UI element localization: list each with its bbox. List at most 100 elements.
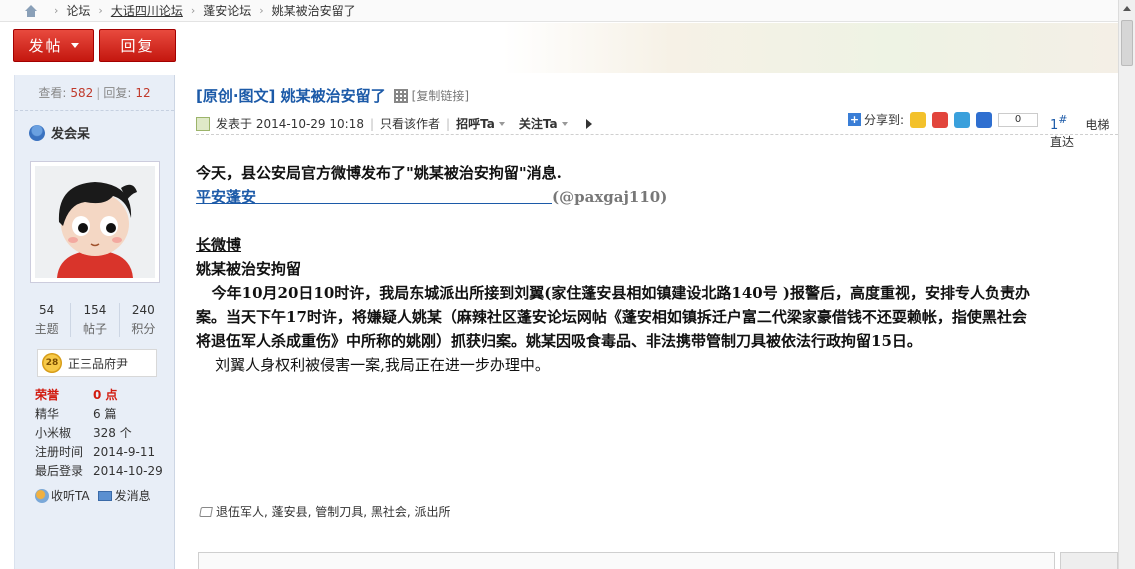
info-row-pepper: 小米椒 328 个 <box>35 423 175 442</box>
content-line: 姚某被治安拘留 <box>196 260 302 278</box>
qrcode-icon[interactable] <box>393 88 408 103</box>
weibo-share-icon[interactable] <box>932 111 949 128</box>
play-arrow-icon[interactable] <box>585 118 592 129</box>
info-key: 精华 <box>35 407 60 421</box>
quick-reply-input[interactable] <box>198 552 1055 569</box>
stat-label: 帖子 <box>82 322 107 336</box>
post-main: [原创·图文] 姚某被治安留了 [复制链接] 发表于 2014-10-29 10… <box>176 75 1118 569</box>
post-icon <box>196 116 210 131</box>
content-line: 将退伍军人杀成重伤》中所称的姚刚）抓获归案。姚某因吸食毒品、非法携带管制刀具被依… <box>196 332 922 350</box>
info-row-registered: 注册时间 2014-9-11 <box>35 442 175 461</box>
breadcrumb-forum[interactable]: 论坛 <box>66 2 90 19</box>
share-bar: + 分享到: 0 <box>848 111 1039 128</box>
avatar[interactable] <box>30 161 160 283</box>
tencent-weibo-share-icon[interactable] <box>954 111 971 128</box>
qzone-share-icon[interactable] <box>910 111 927 128</box>
greet-author-button[interactable]: 招呼Ta <box>456 115 495 132</box>
post-date: 发表于 2014-10-29 10:18 <box>216 117 364 131</box>
renren-share-icon[interactable] <box>976 111 993 128</box>
stat-label: 主题 <box>34 322 59 336</box>
info-row-digest: 精华 6 篇 <box>35 404 175 423</box>
content-line: 刘翼人身权利被侵害一案,我局正在进一步办理中。 <box>196 356 550 374</box>
info-value: 328 个 <box>93 426 132 440</box>
follow-icon <box>35 488 49 503</box>
info-value: 2014-10-29 <box>93 463 163 478</box>
follow-author-button[interactable]: 关注Ta <box>519 115 558 132</box>
view-reply-counts: 查看: 582 | 回复: 12 <box>15 75 174 111</box>
floor-hash: # <box>1058 113 1068 126</box>
rank-title: 正三品府尹 <box>68 356 129 371</box>
stat-value: 240 <box>131 303 155 317</box>
follow-author-label: 收听TA <box>51 489 90 503</box>
share-label: 分享到: <box>864 113 905 127</box>
info-value: 2014-9-11 <box>93 444 156 459</box>
breadcrumb-current-thread[interactable]: 姚某被治安留了 <box>272 2 356 19</box>
info-key: 荣誉 <box>35 388 60 402</box>
thread-title-row: [原创·图文] 姚某被治安留了 [复制链接] <box>196 85 469 106</box>
content-line: 长微博 <box>196 236 242 254</box>
replies-label: 回复: <box>103 86 132 100</box>
quick-reply-button[interactable] <box>1060 552 1118 569</box>
chevron-down-icon[interactable] <box>498 121 505 126</box>
rank-badge: 28 正三品府尹 <box>37 349 157 377</box>
floor-indicator: 1# 电梯直达 <box>1050 113 1118 150</box>
divider: | <box>96 85 101 100</box>
source-link[interactable]: 平安蓬安 <box>196 188 256 206</box>
post-button-label: 发帖 <box>28 37 63 55</box>
envelope-icon <box>97 490 112 501</box>
stat-value: 54 <box>39 303 55 317</box>
only-author-link[interactable]: 只看该作者 <box>380 115 440 132</box>
content-line: 今年10月20日10时许，我局东城派出所接到刘翼(家住蓬安县相如镇建设北路140… <box>196 284 1031 302</box>
reply-button[interactable]: 回复 <box>99 29 176 62</box>
info-key: 最后登录 <box>35 464 84 478</box>
share-count: 0 <box>998 112 1039 127</box>
divider: | <box>446 116 451 131</box>
tag-list[interactable]: 退伍军人, 蓬安县, 管制刀具, 黑社会, 派出所 <box>216 503 451 520</box>
info-value: 6 篇 <box>93 407 117 421</box>
breadcrumb: › 论坛 › 大话四川论坛 › 蓬安论坛 › 姚某被治安留了 <box>0 0 1118 22</box>
breadcrumb-separator: › <box>190 4 196 17</box>
info-value: 0 点 <box>93 388 118 402</box>
breadcrumb-separator: › <box>54 4 59 17</box>
stat-threads[interactable]: 54 主题 <box>23 303 72 337</box>
stat-points[interactable]: 240 积分 <box>120 303 167 337</box>
share-plus-icon[interactable]: + <box>848 113 861 126</box>
content-line-source: 平安蓬安 (@paxgaj110) <box>196 185 1118 209</box>
breadcrumb-separator: › <box>98 4 103 17</box>
chevron-down-icon[interactable] <box>561 121 568 126</box>
info-key: 小米椒 <box>35 426 72 440</box>
breadcrumb-sichuan-forum[interactable]: 大话四川论坛 <box>111 2 183 19</box>
author-stats: 54 主题 154 帖子 240 积分 <box>23 303 167 337</box>
reply-button-label: 回复 <box>120 37 155 55</box>
content-line: 今天，县公安局官方微博发布了"姚某被治安拘留"消息. <box>196 164 562 182</box>
author-name[interactable]: 发会呆 <box>51 123 90 142</box>
source-handle: (@paxgaj110) <box>552 188 668 206</box>
content-line: 案。当天下午17时许，将嫌疑人姚某（麻辣社区蓬安论坛网帖《蓬安相如镇拆迁户富二代… <box>196 308 1027 326</box>
info-key: 注册时间 <box>35 445 84 459</box>
send-message-link[interactable]: 发消息 <box>97 487 151 504</box>
tag-icon <box>199 506 213 517</box>
post-button[interactable]: 发帖 <box>13 29 94 62</box>
post-content: 今天，县公安局官方微博发布了"姚某被治安拘留"消息. 平安蓬安 (@paxgaj1… <box>196 161 1118 377</box>
author-sidebar: 查看: 582 | 回复: 12 发会呆 54 主题 154 帖子 240 积分… <box>14 75 175 569</box>
vertical-scrollbar[interactable] <box>1118 0 1135 569</box>
views-label: 查看: <box>38 86 67 100</box>
copy-link-button[interactable]: [复制链接] <box>412 87 469 104</box>
stat-value: 154 <box>83 303 107 317</box>
divider: | <box>369 116 374 131</box>
breadcrumb-separator: › <box>259 4 264 17</box>
user-online-icon <box>29 124 45 141</box>
thread-title[interactable]: [原创·图文] 姚某被治安留了 <box>196 85 386 106</box>
info-row-honor: 荣誉 0 点 <box>35 385 175 404</box>
source-link-underline[interactable] <box>256 188 553 204</box>
home-icon[interactable] <box>24 4 38 17</box>
scrollbar-thumb[interactable] <box>1121 20 1133 66</box>
author-name-row[interactable]: 发会呆 <box>29 123 174 142</box>
stat-posts[interactable]: 154 帖子 <box>71 303 120 337</box>
scroll-up-icon[interactable] <box>1123 6 1131 11</box>
breadcrumb-pengan-forum[interactable]: 蓬安论坛 <box>203 2 251 19</box>
chevron-down-icon <box>70 43 79 48</box>
follow-author-link[interactable]: 收听TA <box>35 487 90 504</box>
views-count: 582 <box>70 85 94 100</box>
